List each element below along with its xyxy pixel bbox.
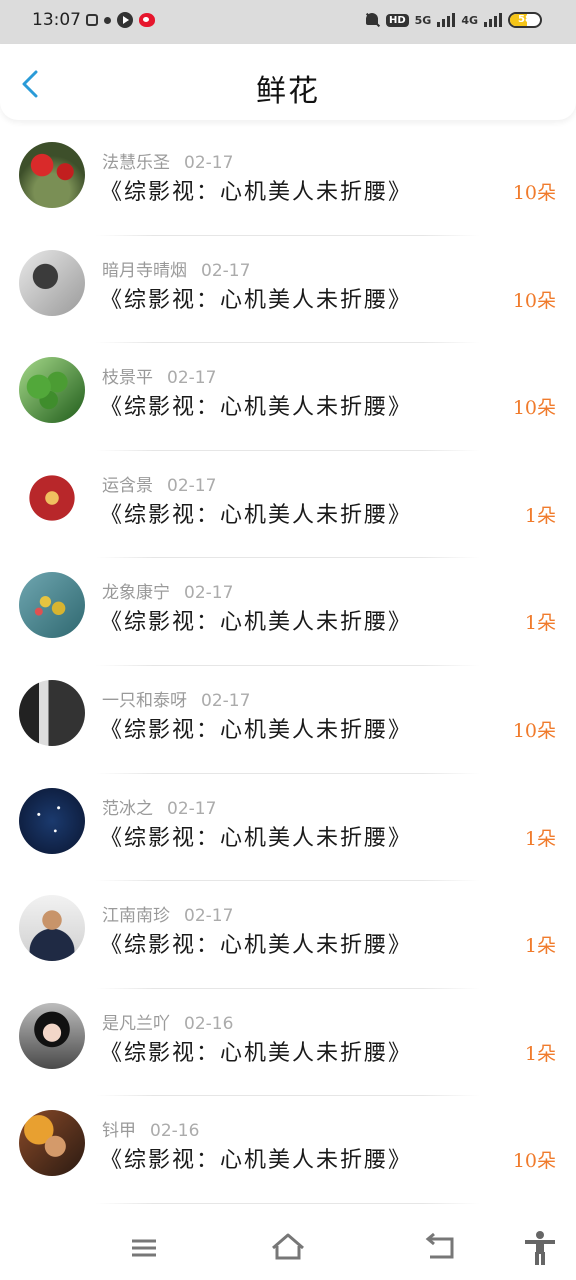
user-name-line: 是凡兰吖 02-16	[102, 1009, 233, 1034]
book-title: 《综影视：心机美人未折腰》	[100, 287, 413, 313]
flower-count: 10朵	[512, 719, 556, 742]
avatar[interactable]	[19, 679, 85, 746]
user-name: 枝景平	[102, 368, 153, 389]
book-title: 《综影视：心机美人未折腰》	[100, 825, 413, 851]
signal-5g-icon	[437, 13, 456, 27]
flower-count: 10朵	[512, 397, 556, 420]
gift-date: 02-17	[201, 260, 251, 281]
weibo-icon	[139, 13, 155, 27]
user-name-line: 运含景 02-17	[102, 471, 216, 496]
user-name-line: 法慧乐圣 02-17	[102, 148, 233, 173]
book-title: 《综影视：心机美人未折腰》	[100, 933, 413, 959]
battery-icon: 58	[508, 12, 542, 28]
avatar[interactable]	[19, 895, 85, 962]
gift-date: 02-17	[184, 583, 234, 604]
book-title: 《综影视：心机美人未折腰》	[100, 180, 413, 205]
list-item[interactable]: 江南南珍 02-17 《综影视：心机美人未折腰》 1朵	[0, 881, 576, 989]
list-item[interactable]: 是凡兰吖 02-16 《综影视：心机美人未折腰》 1朵	[0, 989, 576, 1097]
page-title: 鲜花	[256, 74, 320, 109]
mute-bell-icon	[364, 11, 380, 29]
avatar[interactable]	[19, 249, 85, 316]
notification-icons	[86, 12, 155, 28]
avatar[interactable]	[19, 572, 85, 639]
list-item[interactable]: 龙象康宁 02-17 《综影视：心机美人未折腰》 1朵	[0, 558, 576, 666]
flower-count: 10朵	[512, 182, 556, 204]
flower-list: 法慧乐圣 02-17 《综影视：心机美人未折腰》 10朵 暗月寺晴烟 02-17 《综影视：…	[0, 128, 576, 1204]
user-name: 龙象康宁	[102, 583, 170, 604]
list-item[interactable]: 枝景平 02-17 《综影视：心机美人未折腰》 10朵	[0, 343, 576, 451]
back-arrow-icon[interactable]	[420, 1230, 460, 1266]
system-nav-bar	[0, 1216, 576, 1280]
status-time: 13:07	[32, 10, 81, 30]
gift-date: 02-17	[167, 475, 217, 496]
user-name-line: 钭甲 02-16	[102, 1116, 199, 1141]
gift-date: 02-17	[201, 690, 251, 711]
status-icons: HD 5G 4G 58	[364, 11, 542, 29]
menu-icon[interactable]	[124, 1230, 164, 1266]
list-item[interactable]: 一只和泰呀 02-17 《综影视：心机美人未折腰》 10朵	[0, 666, 576, 774]
gift-date: 02-17	[184, 153, 234, 173]
home-icon[interactable]	[268, 1230, 308, 1266]
user-name: 运含景	[102, 475, 153, 496]
battery-level: 58	[518, 14, 532, 25]
avatar[interactable]	[19, 1110, 85, 1177]
flower-count: 10朵	[512, 1150, 556, 1173]
flower-count: 1朵	[524, 827, 556, 850]
user-name: 范冰之	[102, 798, 153, 819]
avatar[interactable]	[19, 787, 85, 854]
list-item[interactable]: 范冰之 02-17 《综影视：心机美人未折腰》 1朵	[0, 774, 576, 882]
flower-count: 1朵	[524, 935, 556, 958]
divider	[96, 1202, 480, 1204]
user-name: 钭甲	[102, 1121, 136, 1142]
user-name: 一只和泰呀	[102, 690, 187, 711]
avatar[interactable]	[19, 142, 85, 208]
book-title: 《综影视：心机美人未折腰》	[100, 1148, 413, 1174]
gift-date: 02-17	[167, 798, 217, 819]
flower-count: 1朵	[524, 1042, 556, 1065]
accessibility-icon[interactable]	[520, 1230, 560, 1266]
avatar[interactable]	[19, 464, 85, 531]
user-name: 是凡兰吖	[102, 1013, 170, 1034]
network-5g-label: 5G	[414, 13, 432, 27]
flower-count: 1朵	[524, 612, 556, 635]
gift-date: 02-16	[184, 1013, 234, 1034]
user-name-line: 枝景平 02-17	[102, 363, 216, 388]
list-item[interactable]: 法慧乐圣 02-17 《综影视：心机美人未折腰》 10朵	[0, 128, 576, 236]
avatar[interactable]	[19, 357, 85, 424]
user-name-line: 龙象康宁 02-17	[102, 578, 233, 603]
hd-icon: HD	[385, 13, 409, 27]
title-bar: 鲜花	[0, 44, 576, 120]
flower-count: 10朵	[512, 289, 556, 312]
dot-icon	[104, 16, 111, 24]
list-item[interactable]: 运含景 02-17 《综影视：心机美人未折腰》 1朵	[0, 451, 576, 559]
list-item[interactable]: 暗月寺晴烟 02-17 《综影视：心机美人未折腰》 10朵	[0, 236, 576, 344]
book-title: 《综影视：心机美人未折腰》	[100, 502, 413, 528]
avatar[interactable]	[19, 1002, 85, 1069]
user-name: 法慧乐圣	[102, 153, 170, 173]
user-name: 江南南珍	[102, 906, 170, 927]
flower-count: 1朵	[524, 504, 556, 527]
play-icon	[117, 12, 133, 28]
user-name-line: 暗月寺晴烟 02-17	[102, 256, 250, 281]
book-title: 《综影视：心机美人未折腰》	[100, 610, 413, 636]
book-title: 《综影视：心机美人未折腰》	[100, 717, 413, 743]
book-title: 《综影视：心机美人未折腰》	[100, 1040, 413, 1066]
message-icon	[86, 14, 98, 26]
signal-4g-icon	[484, 13, 502, 27]
user-name-line: 范冰之 02-17	[102, 794, 216, 819]
user-name: 暗月寺晴烟	[102, 260, 187, 281]
gift-date: 02-17	[184, 906, 234, 927]
status-bar: 13:07 HD 5G 4G 58	[0, 0, 576, 44]
book-title: 《综影视：心机美人未折腰》	[100, 395, 413, 421]
list-item[interactable]: 钭甲 02-16 《综影视：心机美人未折腰》 10朵	[0, 1096, 576, 1204]
network-4g-label: 4G	[461, 13, 478, 27]
user-name-line: 江南南珍 02-17	[102, 901, 233, 926]
user-name-line: 一只和泰呀 02-17	[102, 686, 250, 711]
gift-date: 02-16	[150, 1121, 200, 1142]
gift-date: 02-17	[167, 368, 217, 389]
